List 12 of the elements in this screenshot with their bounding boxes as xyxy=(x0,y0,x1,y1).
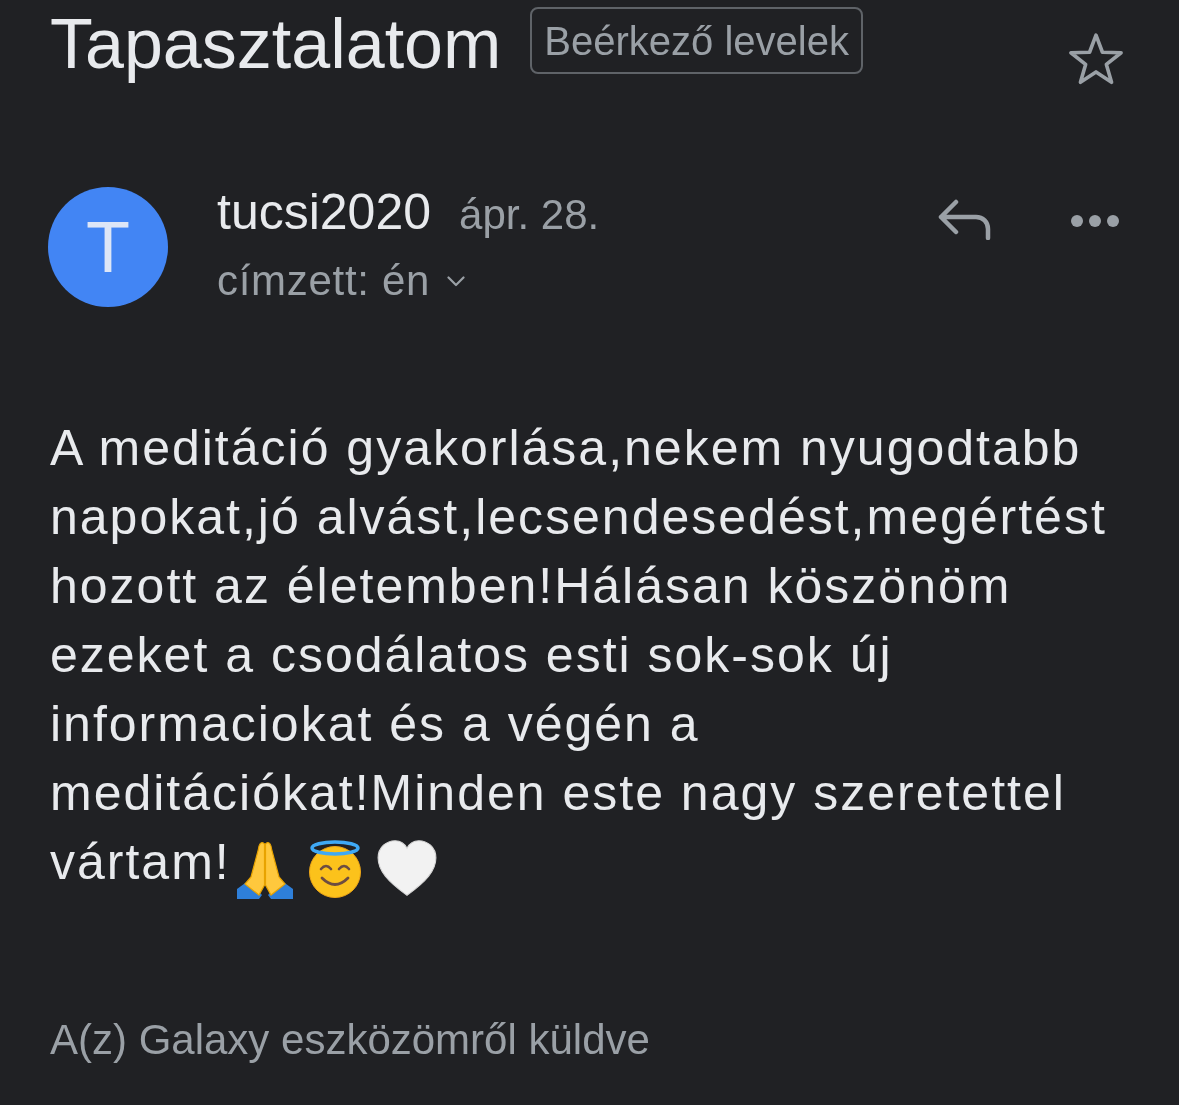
email-signature: A(z) Galaxy eszközömről küldve xyxy=(50,1016,650,1064)
recipient-details-toggle[interactable]: címzett: én xyxy=(217,256,466,306)
more-options-icon[interactable] xyxy=(1070,214,1120,228)
heart-icon xyxy=(376,838,437,897)
star-icon[interactable] xyxy=(1068,32,1124,86)
reply-icon[interactable] xyxy=(936,198,992,240)
sender-name: tucsi2020 xyxy=(217,183,432,242)
chevron-down-icon xyxy=(447,275,466,287)
label-chip: Beérkező levelek xyxy=(530,7,863,74)
sender-avatar: T xyxy=(48,187,168,307)
message-body: vártam! xyxy=(50,833,231,892)
message-date: ápr. 28. xyxy=(459,190,600,240)
